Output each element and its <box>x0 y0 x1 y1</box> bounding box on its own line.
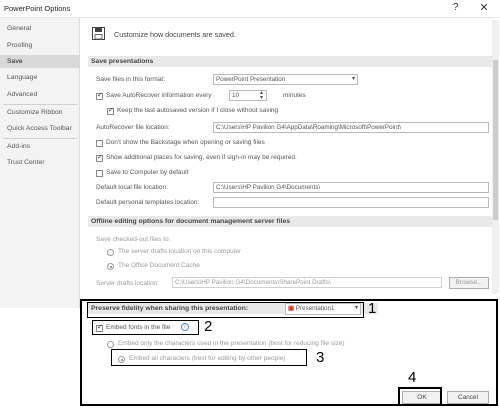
annotation-number-4: 4 <box>408 369 417 386</box>
default-local-label: Default local file location: <box>96 184 168 191</box>
default-local-input[interactable]: C:\Users\HP Pavilion G4\Documents\ <box>213 182 489 193</box>
server-drafts-location-label: Server drafts location: <box>96 280 160 287</box>
browse-button[interactable]: Browse... <box>449 277 489 289</box>
default-local-value: C:\Users\HP Pavilion G4\Documents\ <box>216 184 321 191</box>
floppy-disk-icon <box>92 27 105 40</box>
spinner-arrows-icon[interactable]: ▲ ▼ <box>259 91 264 100</box>
sidebar-divider <box>3 138 77 139</box>
additional-places-label: Show additional places for saving, even … <box>106 154 297 161</box>
sidebar-item-trust-center[interactable]: Trust Center <box>0 156 80 169</box>
sidebar-item-customize-ribbon[interactable]: Customize Ribbon <box>0 106 80 119</box>
sidebar-item-save[interactable]: Save <box>0 55 80 68</box>
default-templates-label: Default personal templates location: <box>96 199 200 206</box>
help-icon[interactable]: ? <box>453 2 459 13</box>
format-dropdown[interactable]: PowerPoint Presentation ▾ <box>213 74 358 85</box>
backstage-label: Don't show the Backstage when opening or… <box>106 139 265 146</box>
sidebar-item-proofing[interactable]: Proofing <box>0 39 80 52</box>
chevron-down-icon: ▾ <box>351 76 355 82</box>
annotation-number-3: 3 <box>316 349 325 366</box>
server-drafts-location-value: C:\Users\HP Pavilion G4\Documents\ShareP… <box>175 279 331 286</box>
autorecover-minutes-value: 10 <box>232 92 240 99</box>
close-icon[interactable]: ✕ <box>475 1 493 15</box>
sidebar-item-general[interactable]: General <box>0 22 80 35</box>
server-drafts-option-label: The server drafts location on this compu… <box>118 248 242 255</box>
annotation-box-3 <box>111 349 307 366</box>
format-value: PowerPoint Presentation <box>216 76 286 83</box>
save-to-computer-label: Save to Computer by default <box>106 169 189 176</box>
office-cache-option-label: The Office Document Cache <box>118 262 200 269</box>
autorecover-minutes-spinner[interactable]: 10 ▲ ▼ <box>229 90 267 101</box>
office-cache-radio[interactable] <box>107 263 114 270</box>
header-text: Customize how documents are saved. <box>114 30 236 39</box>
sidebar-item-advanced[interactable]: Advanced <box>0 88 80 101</box>
default-templates-input[interactable] <box>213 197 489 208</box>
autorecover-label: Save AutoRecover information every <box>106 92 212 99</box>
annotation-box-2 <box>92 320 199 335</box>
minutes-label: minutes <box>283 92 306 99</box>
title-bar: PowerPoint Options ? ✕ <box>0 0 500 18</box>
sidebar-item-add-ins[interactable]: Add-ins <box>0 140 80 153</box>
keep-last-checkbox[interactable] <box>107 106 114 115</box>
server-drafts-radio[interactable] <box>107 249 114 256</box>
window-title: PowerPoint Options <box>4 4 71 13</box>
autorecover-location-label: AutoRecover file location: <box>96 124 170 131</box>
autorecover-location-value: C:\Users\HP Pavilion G4\AppData\Roaming\… <box>216 124 402 131</box>
annotation-number-1: 1 <box>368 300 377 317</box>
sidebar-divider <box>3 104 77 105</box>
sidebar-item-language[interactable]: Language <box>0 71 80 84</box>
section-header-offline-editing: Offline editing options for document man… <box>88 216 493 227</box>
keep-last-label: Keep the last autosaved version if I clo… <box>117 107 279 114</box>
additional-places-checkbox[interactable] <box>96 153 103 162</box>
annotation-box-4 <box>398 387 442 406</box>
section-header-save-presentations: Save presentations <box>88 56 493 67</box>
save-to-computer-checkbox[interactable] <box>96 170 103 177</box>
autorecover-location-input[interactable]: C:\Users\HP Pavilion G4\AppData\Roaming\… <box>213 122 489 133</box>
sidebar: General Proofing Save Language Advanced … <box>0 18 80 308</box>
server-drafts-location-input[interactable]: C:\Users\HP Pavilion G4\Documents\ShareP… <box>172 277 442 288</box>
save-checked-out-label: Save checked-out files to: <box>96 236 171 243</box>
sidebar-item-quick-access-toolbar[interactable]: Quick Access Toolbar <box>0 122 80 135</box>
annotation-number-2: 2 <box>204 318 213 335</box>
annotation-box-1 <box>87 302 364 318</box>
format-label: Save files in this format: <box>96 76 165 83</box>
backstage-checkbox[interactable] <box>96 140 103 147</box>
autorecover-checkbox[interactable] <box>96 91 103 100</box>
